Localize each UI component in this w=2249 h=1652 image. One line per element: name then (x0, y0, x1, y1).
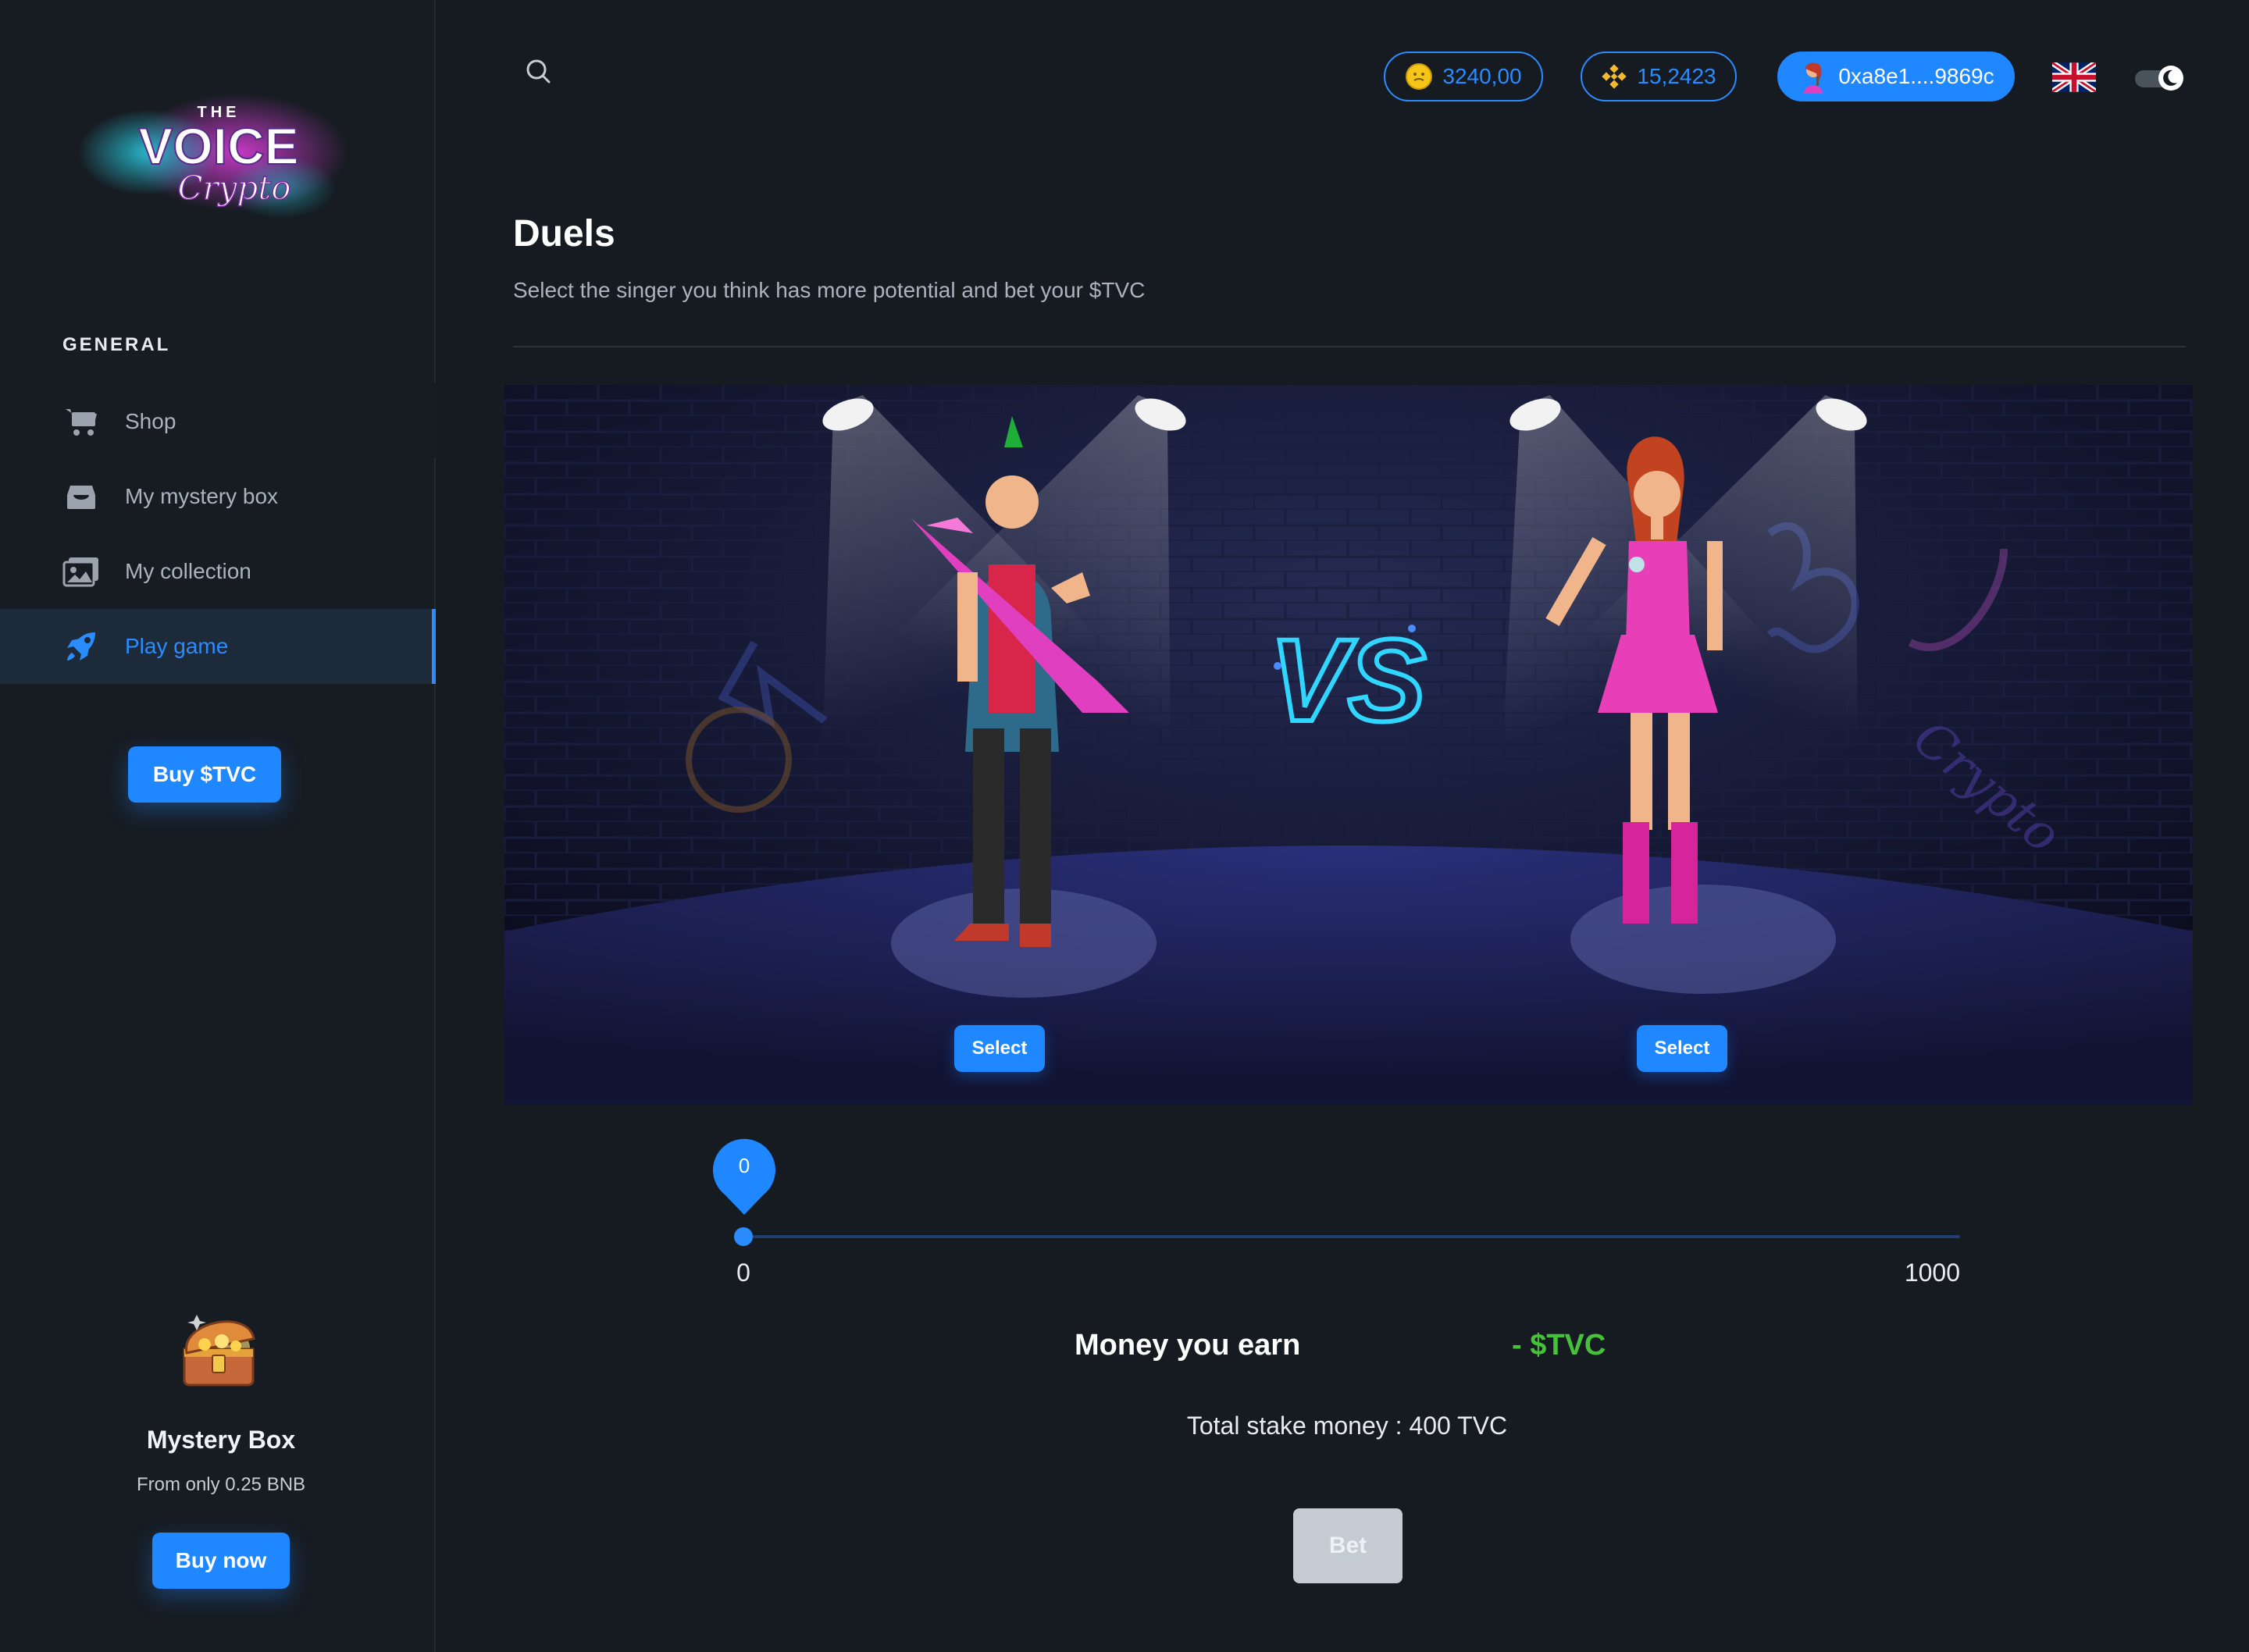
section-title-general: GENERAL (62, 334, 171, 355)
wallet-address-pill[interactable]: 0xa8e1....9869c (1777, 52, 2015, 101)
sidebar-item-label: Play game (125, 634, 229, 658)
theme-toggle[interactable] (2132, 62, 2188, 94)
app-root: THE VOICE Crypto GENERAL Shop My mystery… (0, 0, 2249, 1652)
page-title: Duels (513, 213, 615, 255)
header-divider (513, 346, 2186, 347)
bnb-icon (1602, 64, 1627, 89)
bet-slider-thumb[interactable] (734, 1227, 753, 1246)
wallet-address: 0xa8e1....9869c (1838, 64, 1994, 88)
buy-now-button[interactable]: Buy now (152, 1533, 290, 1589)
stage-illustration: Crypto VS (504, 385, 2193, 1105)
page-subtitle: Select the singer you think has more pot… (513, 278, 1146, 302)
buy-tvc-button[interactable]: Buy $TVC (128, 746, 281, 803)
money-you-earn-value: - $TVC (1512, 1329, 1606, 1362)
uk-flag-icon[interactable] (2052, 62, 2096, 92)
select-right-singer-button[interactable]: Select (1637, 1025, 1727, 1072)
tvc-balance-value: 3240,00 (1442, 64, 1522, 88)
select-left-singer-button[interactable]: Select (954, 1025, 1045, 1072)
money-you-earn-label: Money you earn (1075, 1329, 1301, 1362)
sidebar-item-play-game[interactable]: Play game (0, 609, 436, 684)
tvc-coin-icon (1406, 63, 1433, 90)
box-icon (62, 478, 100, 515)
bnb-balance-pill[interactable]: 15,2423 (1581, 52, 1737, 101)
svg-text:Crypto: Crypto (178, 169, 291, 207)
vs-label: VS (1270, 614, 1426, 746)
slider-value-bubble[interactable] (711, 1137, 778, 1215)
mystery-box-title: Mystery Box (146, 1426, 296, 1454)
avatar (1804, 62, 1823, 94)
sidebar-item-my-collection[interactable]: My collection (0, 534, 436, 609)
bet-button[interactable]: Bet (1293, 1508, 1403, 1583)
sidebar-item-label: Shop (125, 409, 176, 433)
cart-icon (62, 403, 100, 440)
svg-text:VOICE: VOICE (138, 117, 298, 175)
mystery-box-price: From only 0.25 BNB (136, 1474, 306, 1495)
bet-slider-track[interactable] (743, 1235, 1960, 1238)
sidebar-item-label: My mystery box (125, 484, 279, 508)
rocket-icon (62, 628, 100, 665)
treasure-chest-icon (183, 1315, 255, 1387)
slider-max-label: 1000 (1904, 1259, 1960, 1287)
total-stake-text: Total stake money : 400 TVC (1186, 1412, 1508, 1440)
sidebar-item-label: My collection (125, 559, 251, 583)
sidebar: THE VOICE Crypto GENERAL Shop My mystery… (0, 0, 436, 1652)
sidebar-item-shop[interactable]: Shop (0, 384, 436, 459)
sidebar-item-my-mystery-box[interactable]: My mystery box (0, 459, 436, 534)
slider-min-label: 0 (736, 1259, 750, 1287)
tvc-balance-pill[interactable]: 3240,00 (1384, 52, 1543, 101)
duel-stage: Crypto VS (504, 385, 2193, 1105)
gallery-icon (62, 553, 100, 590)
bnb-balance-value: 15,2423 (1637, 64, 1716, 88)
voice-crypto-logo[interactable]: THE VOICE Crypto (78, 78, 359, 234)
search-icon[interactable] (523, 56, 554, 87)
